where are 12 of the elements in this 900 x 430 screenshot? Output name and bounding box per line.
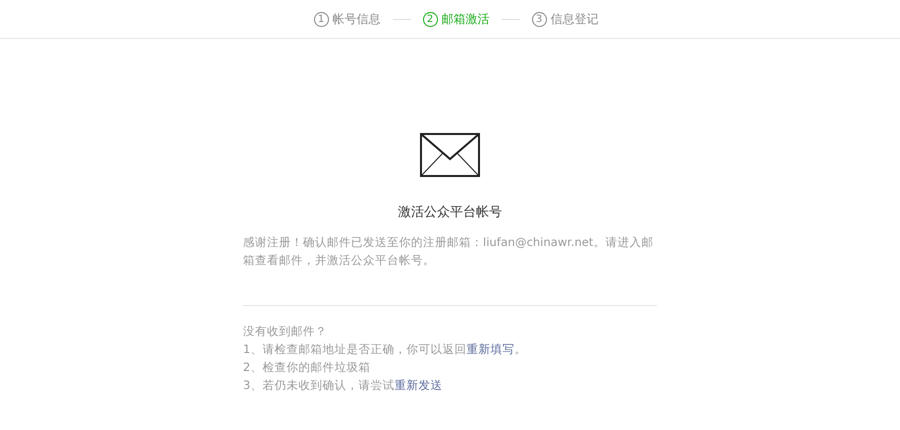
message-text: 感谢注册！确认邮件已发送至你的注册邮箱：liufan@chinawr.net。请进入邮箱查看邮件，并激活公众平台帐号。 bbox=[243, 234, 654, 269]
page-title: 激活公众平台帐号 bbox=[398, 204, 502, 221]
text-link[interactable]: 重新填写 bbox=[466, 342, 514, 356]
help-line: 3、若仍未收到确认，请尝试重新发送 bbox=[243, 377, 444, 394]
text-link[interactable]: 重新发送 bbox=[394, 378, 442, 392]
help-line: 2、检查你的邮件垃圾箱 bbox=[243, 359, 372, 376]
help-line: 1、请检查邮箱地址是否正确，你可以返回重新填写。 bbox=[243, 341, 528, 358]
step-tab[interactable]: 3 信息登记 bbox=[532, 10, 598, 28]
step-tab[interactable]: 2 邮箱激活 bbox=[422, 10, 490, 28]
envelope-icon bbox=[420, 133, 480, 177]
step-tab[interactable]: 1 帐号信息 bbox=[314, 10, 380, 28]
help-heading: 没有收到邮件？ bbox=[243, 323, 328, 340]
